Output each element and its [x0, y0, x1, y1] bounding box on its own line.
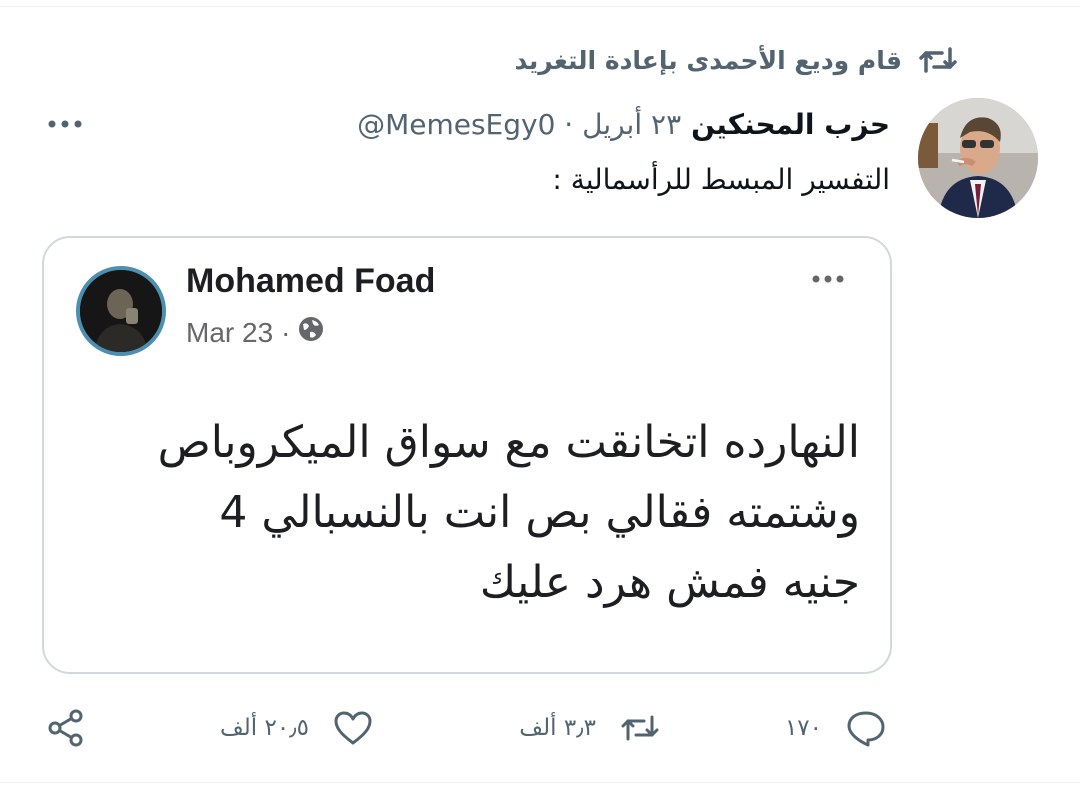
share-icon[interactable] — [42, 704, 90, 752]
author-name[interactable]: حزب المحنكين — [691, 108, 890, 141]
tweet-header: حزب المحنكين @MemesEgy0 · ٢٣ أبريل — [357, 98, 890, 150]
retweet-label: قام وديع الأحمدى بإعادة التغريد — [514, 45, 902, 75]
tweet-text: التفسير المبسط للرأسمالية : — [552, 163, 890, 196]
embedded-image-card[interactable]: Mohamed Foad Mar 23 · النهارده اتخانقت م… — [42, 236, 892, 674]
like-button[interactable]: ٢٠٫٥ ألف — [220, 704, 375, 752]
author-avatar[interactable] — [918, 98, 1038, 218]
fb-avatar — [76, 266, 166, 356]
author-handle-date[interactable]: @MemesEgy0 · ٢٣ أبريل — [357, 108, 681, 141]
fb-post-line: وشتمته فقالي بص انت بالنسبالي 4 — [219, 487, 860, 538]
fb-post-text: النهارده اتخانقت مع سواق الميكروباص وشتم… — [80, 408, 860, 618]
reply-count: ١٧٠ — [784, 715, 822, 741]
globe-icon — [298, 316, 324, 349]
fb-post-line: جنيه فمش هرد عليك — [479, 557, 860, 608]
fb-meta-separator: · — [281, 316, 291, 348]
reply-icon — [844, 706, 888, 750]
like-count: ٢٠٫٥ ألف — [219, 715, 309, 741]
reply-button[interactable]: ١٧٠ — [785, 704, 888, 752]
heart-icon — [331, 706, 375, 750]
retweet-action-icon — [618, 706, 662, 750]
retweet-button[interactable]: ٣٫٣ ألف — [519, 704, 662, 752]
retweet-count: ٣٫٣ ألف — [519, 715, 596, 741]
top-divider — [0, 6, 1080, 7]
fb-post-line: النهارده اتخانقت مع سواق الميكروباص — [157, 417, 860, 468]
fb-more-icon — [806, 264, 850, 294]
more-options-icon[interactable] — [44, 104, 86, 144]
retweet-context[interactable]: قام وديع الأحمدى بإعادة التغريد — [514, 40, 960, 80]
fb-post-date: Mar 23 — [186, 316, 274, 348]
bottom-divider — [0, 782, 1080, 783]
fb-author-name: Mohamed Foad — [186, 262, 436, 300]
retweet-icon — [916, 42, 960, 78]
fb-post-meta: Mar 23 · — [186, 316, 324, 349]
